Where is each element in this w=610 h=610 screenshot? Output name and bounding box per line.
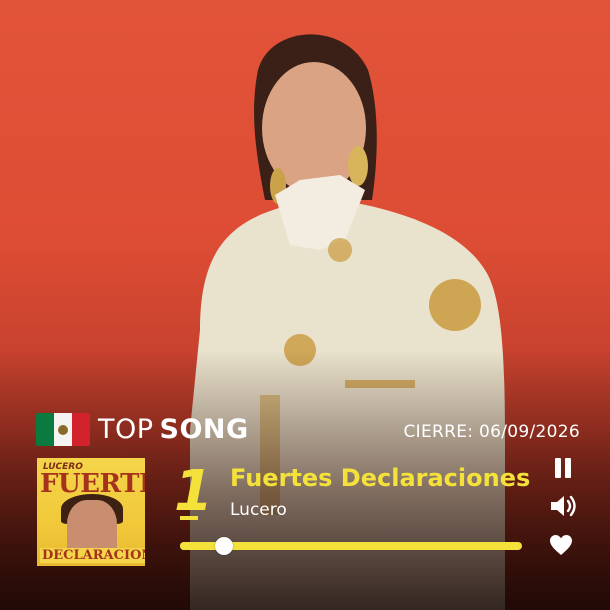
volume-icon[interactable] xyxy=(549,494,577,518)
album-cover-title: FUERTES xyxy=(40,469,145,499)
closing-date: CIERRE: 06/09/2026 xyxy=(403,422,580,442)
pause-icon[interactable] xyxy=(553,458,573,480)
top-label: TOP xyxy=(98,414,154,445)
album-cover[interactable]: LUCERO FUERTES DECLARACIONES xyxy=(37,458,145,566)
album-cover-subtitle: DECLARACIONES xyxy=(40,548,145,563)
top-song-label: TOP SONG xyxy=(98,412,249,448)
rank-underline xyxy=(180,516,198,520)
heart-icon[interactable] xyxy=(549,534,573,556)
progress-bar[interactable] xyxy=(180,537,522,555)
artist-name[interactable]: Lucero xyxy=(230,500,287,520)
song-title[interactable]: Fuertes Declaraciones xyxy=(230,464,530,492)
song-label: SONG xyxy=(159,414,249,445)
chart-rank: 1 xyxy=(174,459,213,524)
top-song-card: TOPSONG CIERRE: 06/09/2026 LUCERO FUERTE… xyxy=(0,0,610,610)
mexico-flag-icon xyxy=(36,413,90,446)
